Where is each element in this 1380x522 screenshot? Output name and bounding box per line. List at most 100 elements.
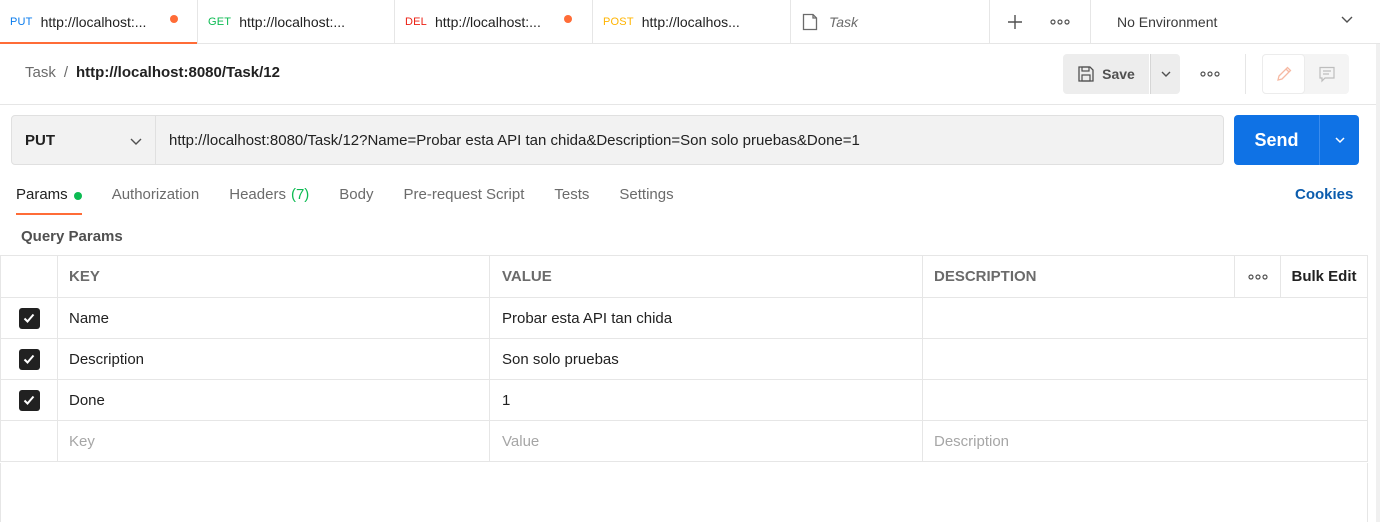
table-row: Description Son solo pruebas	[0, 339, 1368, 380]
tab-url: http://localhos...	[641, 13, 740, 30]
param-description-cell[interactable]	[922, 380, 1368, 420]
tab-method: POST	[603, 15, 634, 28]
chevron-down-icon	[1161, 71, 1170, 77]
unsaved-dot	[170, 15, 178, 23]
tab-label: Settings	[619, 186, 674, 203]
tab-tests[interactable]: Tests	[554, 184, 589, 216]
environment-select[interactable]: No Environment	[1090, 0, 1380, 43]
query-params-title: Query Params	[21, 228, 123, 245]
tab-url: http://localhost:...	[40, 13, 147, 30]
tabs-more-button[interactable]	[1045, 0, 1075, 43]
new-key-input[interactable]: Key	[57, 421, 489, 461]
scrollbar-track[interactable]	[1376, 44, 1380, 522]
tab-params[interactable]: Params	[16, 184, 82, 216]
request-tab-get[interactable]: GET http://localhost:...	[198, 0, 395, 43]
save-label: Save	[1102, 66, 1135, 82]
request-more-button[interactable]	[1195, 64, 1225, 84]
param-description-cell[interactable]	[922, 298, 1368, 338]
send-button[interactable]: Send	[1234, 115, 1319, 165]
url-input[interactable]	[156, 116, 1223, 164]
divider	[1245, 54, 1246, 94]
chevron-down-icon	[1341, 16, 1353, 23]
comments-button[interactable]	[1305, 54, 1348, 94]
tab-url: http://localhost:...	[239, 13, 346, 30]
cookies-link[interactable]: Cookies	[1295, 186, 1353, 203]
tab-settings[interactable]: Settings	[619, 184, 673, 216]
plus-icon	[1008, 14, 1022, 29]
tab-label: Headers	[229, 186, 286, 203]
tab-label: Pre-request Script	[403, 186, 525, 203]
checkmark-icon	[23, 395, 35, 405]
breadcrumb-current[interactable]: http://localhost:8080/Task/12	[76, 64, 280, 81]
save-icon	[1078, 66, 1094, 82]
environment-label: No Environment	[1117, 13, 1218, 30]
document-icon	[801, 13, 819, 31]
tab-bar: PUT http://localhost:... GET http://loca…	[0, 0, 1380, 44]
request-tab-put[interactable]: PUT http://localhost:...	[0, 0, 198, 44]
headers-count: (7)	[290, 186, 310, 203]
checkmark-icon	[23, 313, 35, 323]
tab-label: Authorization	[111, 186, 200, 203]
row-checkbox-cell	[0, 380, 57, 420]
tab-authorization[interactable]: Authorization	[112, 184, 200, 216]
request-tab-post[interactable]: POST http://localhos...	[593, 0, 791, 43]
save-options-button[interactable]	[1150, 54, 1180, 94]
bulk-edit-button[interactable]: Bulk Edit	[1280, 256, 1368, 297]
send-options-button[interactable]	[1319, 115, 1359, 165]
tab-method: PUT	[10, 15, 33, 28]
request-tabs: Params Authorization Headers (7) Body Pr…	[16, 184, 704, 216]
param-key-cell[interactable]: Description	[57, 339, 489, 379]
new-tab-button[interactable]	[1000, 0, 1030, 43]
query-params-table: KEY VALUE DESCRIPTION Bulk Edit Name Pro…	[0, 255, 1368, 462]
ellipsis-icon	[1200, 71, 1220, 77]
divider	[0, 104, 1380, 105]
tab-body[interactable]: Body	[339, 184, 373, 216]
tab-pre-request-script[interactable]: Pre-request Script	[404, 184, 525, 216]
breadcrumb-parent[interactable]: Task	[25, 64, 56, 81]
value-column-header: VALUE	[489, 256, 922, 297]
ellipsis-icon	[1247, 273, 1268, 280]
comment-icon	[1318, 66, 1335, 83]
new-param-row: Key Value Description	[0, 421, 1368, 462]
checkmark-icon	[23, 354, 35, 364]
tab-method: GET	[208, 15, 232, 28]
row-checkbox[interactable]	[18, 389, 40, 411]
method-label: PUT	[25, 131, 55, 149]
tab-label: Tests	[554, 186, 590, 203]
pencil-icon	[1276, 66, 1291, 81]
tab-url: http://localhost:...	[435, 13, 541, 30]
side-panel-toggle	[1262, 54, 1349, 94]
description-column-header: DESCRIPTION	[922, 256, 1234, 297]
row-checkbox[interactable]	[18, 348, 40, 370]
request-tab-del[interactable]: DEL http://localhost:...	[395, 0, 593, 43]
column-options-button[interactable]	[1234, 256, 1280, 297]
breadcrumb: Task / http://localhost:8080/Task/12	[25, 64, 280, 81]
breadcrumb-separator: /	[63, 64, 69, 81]
params-indicator-dot	[73, 192, 82, 200]
method-select[interactable]: PUT	[12, 116, 156, 164]
request-url-bar: PUT	[11, 115, 1224, 165]
tab-method: DEL	[405, 15, 427, 28]
edit-button[interactable]	[1262, 54, 1305, 94]
select-column-header	[0, 256, 57, 297]
table-row: Name Probar esta API tan chida	[0, 298, 1368, 339]
table-empty-area	[0, 463, 1368, 522]
new-description-input[interactable]: Description	[922, 421, 1368, 461]
param-value-cell[interactable]: Son solo pruebas	[489, 339, 922, 379]
param-value-cell[interactable]: Probar esta API tan chida	[489, 298, 922, 338]
send-group: Send	[1234, 115, 1359, 165]
table-row: Done 1	[0, 380, 1368, 421]
save-button[interactable]: Save	[1063, 54, 1149, 94]
row-checkbox-cell	[0, 339, 57, 379]
new-value-input[interactable]: Value	[489, 421, 922, 461]
param-key-cell[interactable]: Done	[57, 380, 489, 420]
tab-label: Body	[339, 186, 374, 203]
row-checkbox[interactable]	[18, 307, 40, 329]
collection-tab-task[interactable]: Task	[791, 0, 990, 43]
param-value-cell[interactable]: 1	[489, 380, 922, 420]
tab-headers[interactable]: Headers (7)	[229, 184, 309, 216]
param-description-cell[interactable]	[922, 339, 1368, 379]
ellipsis-icon	[1050, 18, 1070, 25]
unsaved-dot	[564, 15, 572, 23]
param-key-cell[interactable]: Name	[57, 298, 489, 338]
